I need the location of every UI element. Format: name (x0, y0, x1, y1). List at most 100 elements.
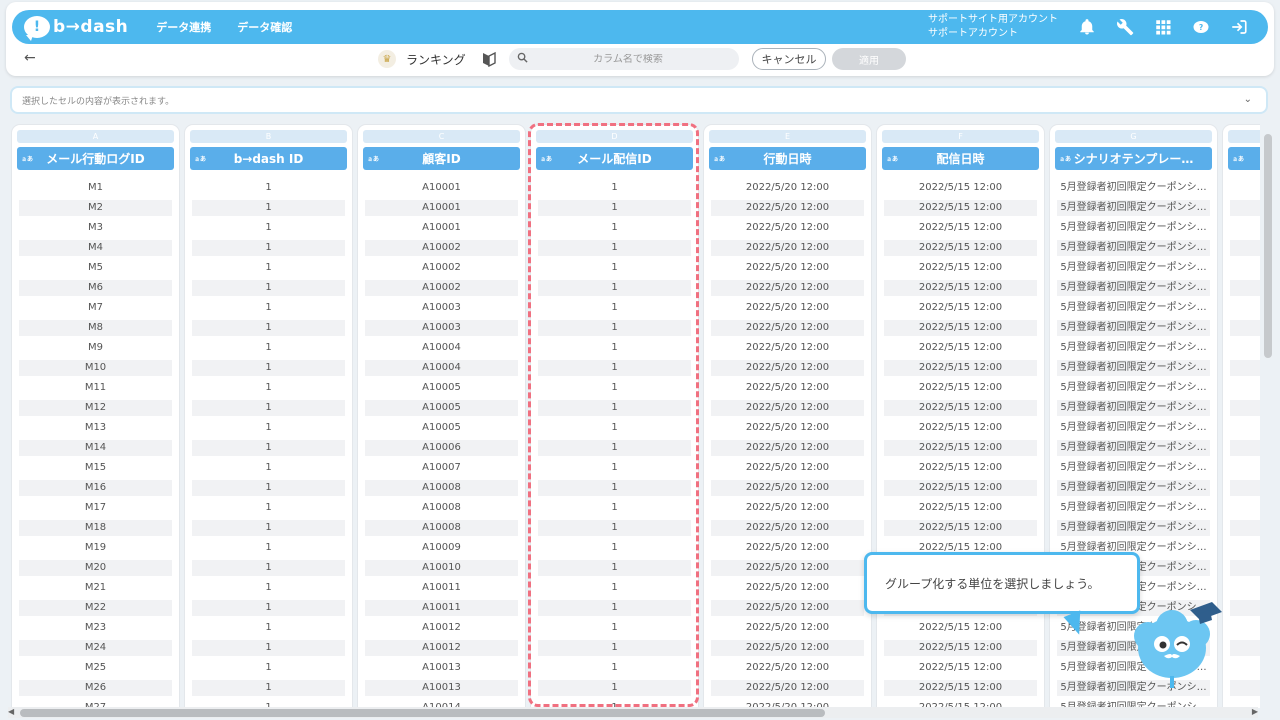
table-cell[interactable]: 1 (538, 660, 691, 676)
table-cell[interactable]: A10004 (365, 360, 518, 376)
table-cell[interactable]: 2022/5/20 12:00 (711, 300, 864, 316)
table-cell[interactable]: A10001 (365, 200, 518, 216)
table-cell[interactable]: A10010 (365, 560, 518, 576)
table-cell[interactable]: M8 (19, 320, 172, 336)
table-cell[interactable]: 1 (192, 260, 345, 276)
table-cell[interactable]: 1 (192, 560, 345, 576)
chevron-down-icon[interactable]: ⌄ (1244, 94, 1252, 105)
table-cell[interactable]: 2022/5/20 12:00 (711, 640, 864, 656)
table-cell[interactable]: 5月登 (1230, 340, 1260, 356)
table-cell[interactable]: A10001 (365, 220, 518, 236)
column-letter[interactable]: B (190, 130, 347, 143)
table-cell[interactable]: 5月登録者初回限定クーポンシ… (1057, 400, 1210, 416)
table-cell[interactable]: 2022/5/20 12:00 (711, 540, 864, 556)
table-cell[interactable]: 1 (192, 620, 345, 636)
table-cell[interactable]: 1 (192, 360, 345, 376)
table-cell[interactable]: 5月登 (1230, 620, 1260, 636)
table-cell[interactable]: A10008 (365, 480, 518, 496)
table-cell[interactable]: 1 (192, 600, 345, 616)
table-cell[interactable]: 2022/5/15 12:00 (884, 240, 1037, 256)
table-cell[interactable]: 5月登 (1230, 220, 1260, 236)
table-cell[interactable]: M3 (19, 220, 172, 236)
table-cell[interactable]: 1 (192, 320, 345, 336)
table-cell[interactable]: 1 (192, 280, 345, 296)
table-cell[interactable]: M2 (19, 200, 172, 216)
table-cell[interactable]: A10004 (365, 340, 518, 356)
table-cell[interactable]: 2022/5/15 12:00 (884, 640, 1037, 656)
table-cell[interactable]: A10008 (365, 520, 518, 536)
apply-button[interactable]: 適用 (832, 48, 906, 70)
table-cell[interactable]: 1 (538, 680, 691, 696)
table-cell[interactable]: 5月登録者初回限定クーポンシ… (1057, 520, 1210, 536)
table-cell[interactable]: 2022/5/20 12:00 (711, 220, 864, 236)
account-info[interactable]: サポートサイト用アカウント サポートアカウント (928, 13, 1058, 41)
table-cell[interactable]: 2022/5/20 12:00 (711, 240, 864, 256)
table-cell[interactable]: 2022/5/20 12:00 (711, 340, 864, 356)
table-cell[interactable]: 1 (538, 440, 691, 456)
table-cell[interactable]: M19 (19, 540, 172, 556)
table-cell[interactable]: 2022/5/20 12:00 (711, 560, 864, 576)
table-cell[interactable]: 2022/5/15 12:00 (884, 180, 1037, 196)
table-cell[interactable]: 2022/5/15 12:00 (884, 320, 1037, 336)
table-cell[interactable]: 2022/5/15 12:00 (884, 480, 1037, 496)
table-cell[interactable]: 5月登録者初回限定クーポンシ… (1057, 300, 1210, 316)
table-cell[interactable]: M14 (19, 440, 172, 456)
table-cell[interactable]: A10002 (365, 260, 518, 276)
table-cell[interactable]: 1 (538, 400, 691, 416)
table-cell[interactable]: 1 (192, 220, 345, 236)
table-cell[interactable]: 1 (538, 480, 691, 496)
table-cell[interactable]: 1 (192, 460, 345, 476)
table-cell[interactable]: 1 (538, 340, 691, 356)
horizontal-scrollbar[interactable]: ◀ ▶ (8, 707, 1258, 718)
table-cell[interactable]: 2022/5/15 12:00 (884, 420, 1037, 436)
table-cell[interactable]: M9 (19, 340, 172, 356)
table-cell[interactable]: 2022/5/15 12:00 (884, 260, 1037, 276)
table-cell[interactable]: 1 (192, 520, 345, 536)
table-cell[interactable]: 5月登 (1230, 320, 1260, 336)
table-cell[interactable]: 1 (192, 240, 345, 256)
table-cell[interactable]: 2022/5/15 12:00 (884, 280, 1037, 296)
column-header[interactable]: ａあメ (1228, 147, 1260, 170)
table-cell[interactable]: M16 (19, 480, 172, 496)
table-cell[interactable]: 2022/5/20 12:00 (711, 620, 864, 636)
help-chat-icon[interactable]: ? (1182, 10, 1220, 44)
table-cell[interactable]: 2022/5/15 12:00 (884, 380, 1037, 396)
table-cell[interactable]: 2022/5/20 12:00 (711, 460, 864, 476)
table-cell[interactable]: A10005 (365, 400, 518, 416)
table-cell[interactable]: 1 (192, 480, 345, 496)
table-cell[interactable]: 1 (192, 440, 345, 456)
table-cell[interactable]: 5月登録者初回限定クーポンシ… (1057, 260, 1210, 276)
column-letter[interactable]: D (536, 130, 693, 143)
table-cell[interactable]: 2022/5/20 12:00 (711, 660, 864, 676)
column-letter[interactable]: G (1055, 130, 1212, 143)
table-cell[interactable]: 1 (192, 500, 345, 516)
table-cell[interactable]: 5月登録者初回限定クーポンシ… (1057, 280, 1210, 296)
table-cell[interactable]: 5月登 (1230, 580, 1260, 596)
table-cell[interactable]: 2022/5/20 12:00 (711, 480, 864, 496)
table-cell[interactable]: 5月登 (1230, 180, 1260, 196)
table-cell[interactable]: 1 (538, 420, 691, 436)
table-cell[interactable]: 5月登 (1230, 460, 1260, 476)
table-cell[interactable]: 1 (538, 240, 691, 256)
table-cell[interactable]: 1 (192, 380, 345, 396)
table-cell[interactable]: 2022/5/15 12:00 (884, 460, 1037, 476)
table-cell[interactable]: A10012 (365, 620, 518, 636)
column-header[interactable]: ａあ b→dash ID (190, 147, 347, 170)
column-header[interactable]: ａあ 行動日時 (709, 147, 866, 170)
table-cell[interactable]: 1 (538, 380, 691, 396)
table-cell[interactable]: 5月登録者初回限定クーポンシ… (1057, 440, 1210, 456)
table-cell[interactable]: 5月登 (1230, 300, 1260, 316)
vertical-scroll-thumb[interactable] (1264, 134, 1272, 358)
table-cell[interactable]: 5月登録者初回限定クーポンシ… (1057, 200, 1210, 216)
table-cell[interactable]: A10003 (365, 300, 518, 316)
vertical-scrollbar[interactable] (1264, 134, 1272, 704)
table-cell[interactable]: A10001 (365, 180, 518, 196)
table-cell[interactable]: M7 (19, 300, 172, 316)
table-cell[interactable]: 2022/5/20 12:00 (711, 580, 864, 596)
table-cell[interactable]: 2022/5/15 12:00 (884, 220, 1037, 236)
table-cell[interactable]: 2022/5/20 12:00 (711, 380, 864, 396)
scroll-left-arrow-icon[interactable]: ◀ (8, 707, 14, 716)
table-cell[interactable]: 2022/5/20 12:00 (711, 260, 864, 276)
column-letter[interactable]: F (882, 130, 1039, 143)
table-cell[interactable]: 5月登 (1230, 360, 1260, 376)
